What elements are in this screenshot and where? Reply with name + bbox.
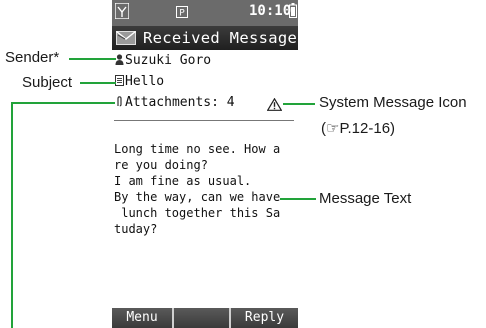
sender-callout-line (69, 58, 116, 60)
subject-callout-line (80, 82, 116, 84)
status-bar: P 10:10 (112, 0, 298, 26)
attachments-callout-line-vertical (11, 102, 13, 328)
svg-text:P: P (179, 9, 185, 19)
subject-row[interactable]: Hello (115, 73, 164, 91)
person-icon (115, 54, 124, 65)
subject-callout-label: Subject (22, 74, 73, 91)
warning-icon (266, 96, 283, 111)
screen-title: Received Message (143, 29, 298, 47)
title-bar: Received Message (112, 26, 298, 50)
envelope-icon (116, 30, 136, 46)
subject-text: Hello (125, 74, 165, 89)
document-icon (115, 75, 124, 86)
message-body: Long time no see. How a re you doing? I … (114, 142, 281, 236)
softkey-bar: Menu Reply (112, 308, 298, 328)
system-icon-callout-label: System Message Icon (319, 94, 467, 111)
pin-icon: P (176, 3, 188, 19)
sender-callout-label: Sender* (5, 49, 60, 66)
message-text-callout-label: Message Text (319, 190, 412, 207)
attachments-row[interactable]: Attachments: 4 (115, 94, 235, 112)
system-icon-page-ref: (☞P.12-16) (321, 120, 396, 137)
paperclip-icon (117, 96, 122, 107)
menu-softkey[interactable]: Menu (112, 308, 172, 328)
reply-softkey[interactable]: Reply (231, 308, 298, 328)
system-icon-callout-line (283, 103, 315, 105)
header-divider (114, 120, 294, 121)
sender-row[interactable]: Suzuki Goro (115, 52, 211, 70)
attachments-callout-line (11, 102, 115, 104)
antenna-icon (114, 2, 130, 20)
center-softkey[interactable] (174, 308, 229, 328)
phone-screen: P 10:10 Received Message Suzuki Goro Hel… (112, 0, 298, 328)
message-text-callout-line (280, 198, 316, 200)
status-time: 10:10 (249, 3, 292, 19)
attachments-count: Attachments: 4 (125, 95, 235, 110)
sender-name: Suzuki Goro (125, 53, 212, 68)
battery-icon (289, 3, 297, 18)
